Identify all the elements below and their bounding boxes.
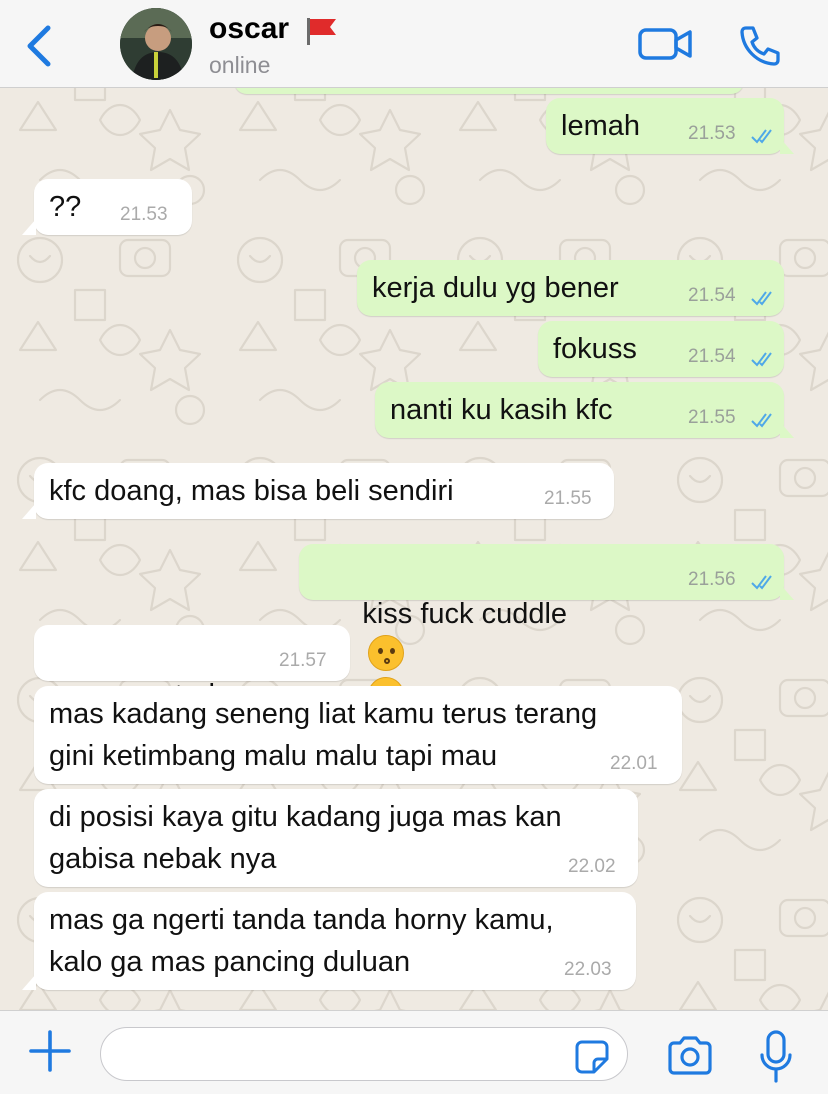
double-check-icon <box>751 413 772 428</box>
message-outgoing[interactable]: fokuss 21.54 <box>538 321 784 377</box>
attach-plus-button[interactable] <box>28 1029 72 1073</box>
camera-button[interactable] <box>666 1035 714 1077</box>
message-input[interactable] <box>100 1027 628 1081</box>
bubble-tail <box>22 219 36 235</box>
message-time: 22.02 <box>568 856 616 877</box>
double-check-icon <box>751 291 772 306</box>
bubble-tail <box>22 974 36 990</box>
message-time: 21.55 <box>688 407 736 428</box>
message-text: kerja dulu yg bener <box>372 272 619 304</box>
message-outgoing[interactable]: kiss fuck cuddle 21.56 <box>299 544 784 713</box>
chat-header: oscar online <box>0 0 828 88</box>
message-list[interactable]: lemah 21.53 ?? 21.53 kerja dulu yg bener… <box>0 88 828 1010</box>
voice-call-button[interactable] <box>738 24 780 66</box>
message-text: lemah <box>561 110 640 142</box>
message-incoming[interactable]: ?? 21.53 <box>34 179 192 235</box>
bubble-tail <box>780 584 794 600</box>
double-check-icon <box>751 129 772 144</box>
message-time: 22.03 <box>564 959 612 980</box>
avatar-photo <box>120 8 192 80</box>
kissing-face-emoji <box>368 635 405 671</box>
message-text: mas ga ngerti tanda tanda horny kamu, ka… <box>49 904 554 978</box>
message-time: 21.57 <box>279 650 327 671</box>
message-time: 22.01 <box>610 753 658 774</box>
bubble-tail <box>780 422 794 438</box>
message-incoming[interactable]: kfc doang, mas bisa beli sendiri 21.55 <box>34 463 614 519</box>
red-flag-icon <box>307 18 336 45</box>
video-call-button[interactable] <box>638 26 692 62</box>
message-text: kiss fuck cuddle <box>362 598 568 630</box>
avatar[interactable] <box>120 8 192 80</box>
microphone-button[interactable] <box>758 1029 794 1085</box>
message-text: nanti ku kasih kfc <box>390 394 613 426</box>
message-outgoing[interactable]: kerja dulu yg bener 21.54 <box>357 260 784 316</box>
message-incoming[interactable]: mas ga ngerti tanda tanda horny kamu, ka… <box>34 892 636 990</box>
message-incoming[interactable]: mas kadang seneng liat kamu terus terang… <box>34 686 682 784</box>
message-incoming[interactable]: accepted 21.57 <box>34 625 350 752</box>
bubble-tail <box>22 503 36 519</box>
message-time: 21.55 <box>544 488 592 509</box>
message-bubble-partial <box>234 88 744 94</box>
message-text: ?? <box>49 191 82 223</box>
message-text: fokuss <box>553 333 637 365</box>
sticker-button[interactable] <box>574 1039 610 1075</box>
message-outgoing[interactable]: nanti ku kasih kfc 21.55 <box>375 382 784 438</box>
message-time: 21.54 <box>688 346 736 367</box>
message-incoming[interactable]: di posisi kaya gitu kadang juga mas kan … <box>34 789 638 887</box>
message-text: kfc doang, mas bisa beli sendiri <box>49 475 454 507</box>
message-text: di posisi kaya gitu kadang juga mas kan … <box>49 801 562 875</box>
message-time: 21.56 <box>688 569 736 590</box>
message-outgoing[interactable]: lemah 21.53 <box>546 98 784 154</box>
message-time: 21.53 <box>120 204 168 225</box>
composer-bar <box>0 1010 828 1094</box>
double-check-icon <box>751 575 772 590</box>
back-button[interactable] <box>22 24 56 68</box>
message-time: 21.53 <box>688 123 736 144</box>
message-text: mas kadang seneng liat kamu terus terang… <box>49 698 598 772</box>
contact-name[interactable]: oscar <box>209 12 289 46</box>
bubble-tail <box>780 138 794 154</box>
message-time: 21.54 <box>688 285 736 306</box>
double-check-icon <box>751 352 772 367</box>
contact-status: online <box>209 52 271 78</box>
